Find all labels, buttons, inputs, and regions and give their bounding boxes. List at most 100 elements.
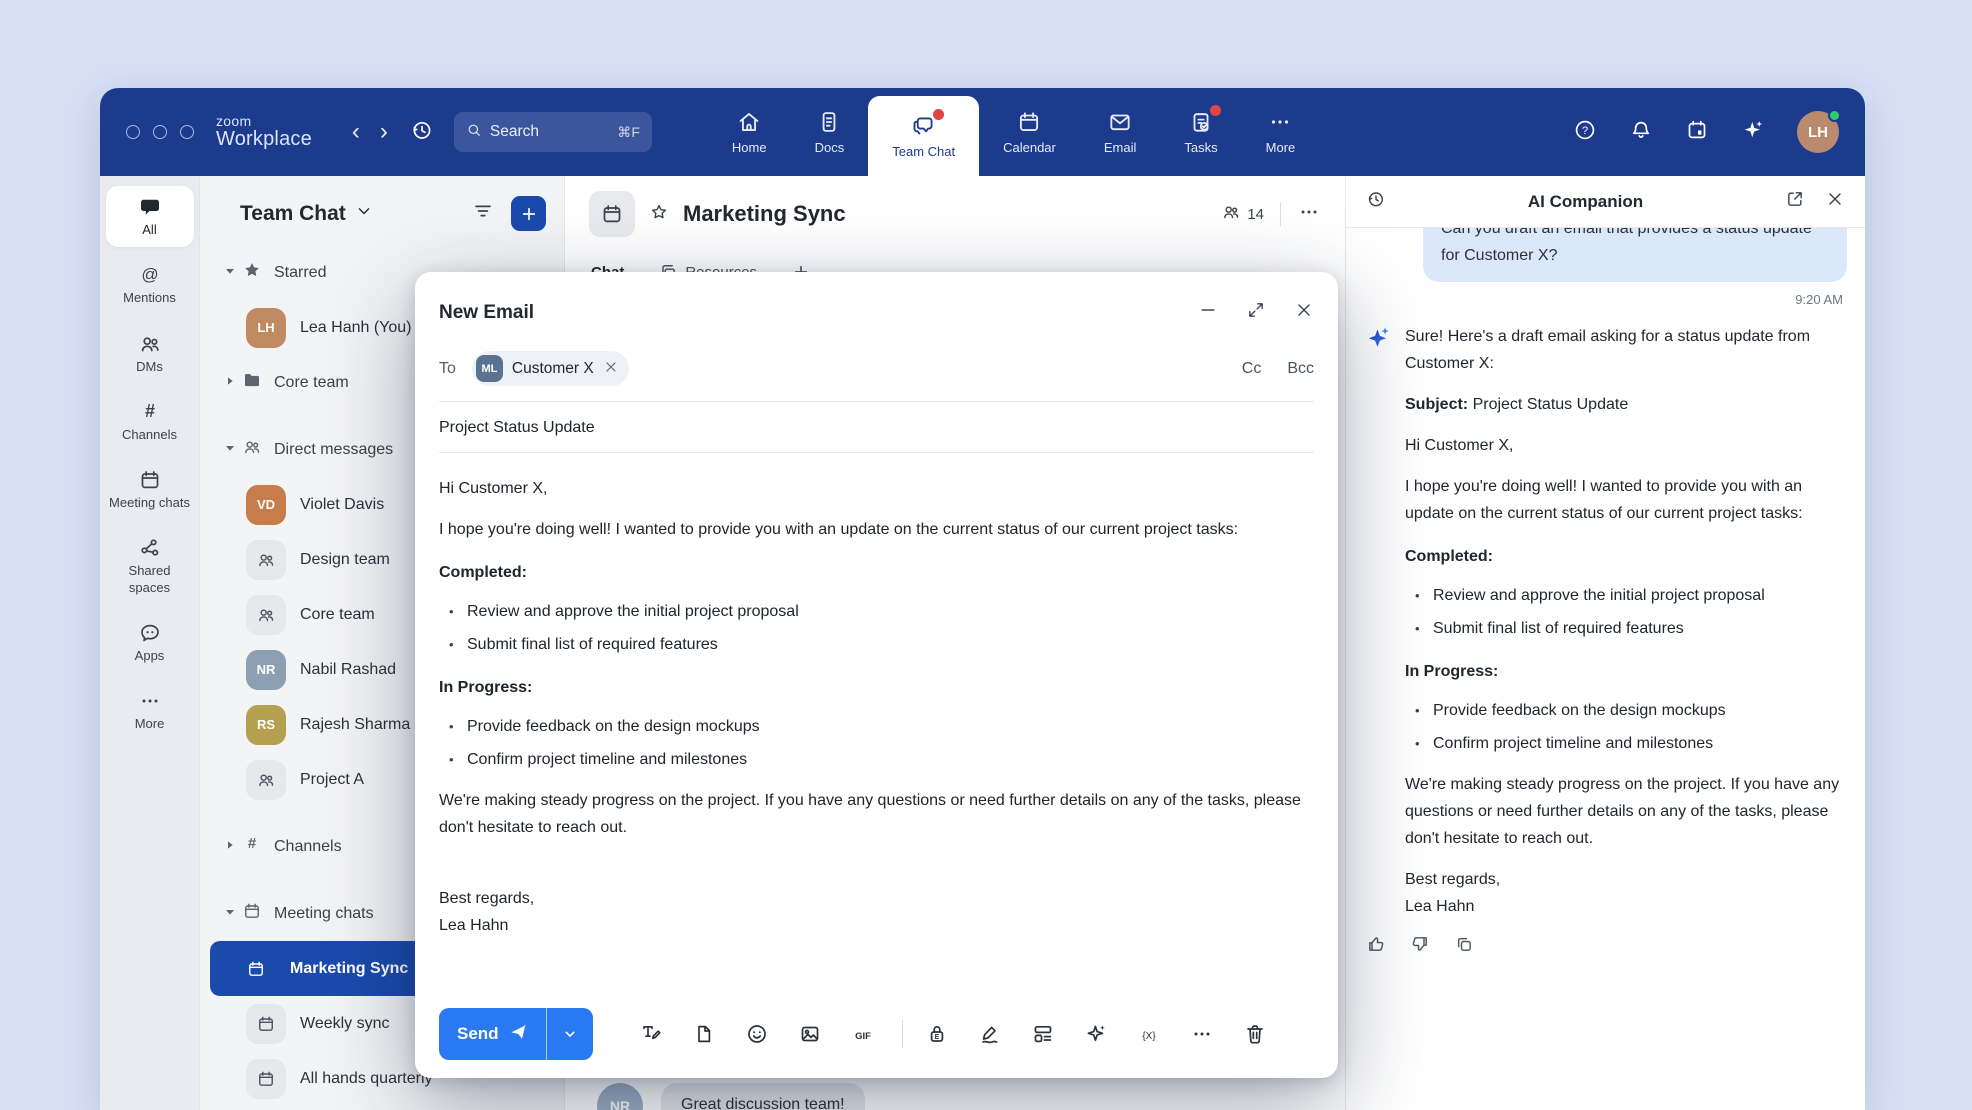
filter-button[interactable] [471, 199, 495, 228]
trash-button[interactable] [1237, 1016, 1274, 1053]
section-label: Channels [274, 838, 342, 856]
chat-more-button[interactable] [1297, 200, 1321, 229]
nav-tab-tasks[interactable]: Tasks [1160, 88, 1241, 176]
attach-file-button[interactable] [686, 1016, 723, 1053]
forward-button[interactable]: › [370, 118, 398, 146]
ai-panel-header: AI Companion [1346, 176, 1865, 228]
ai-sparkle-button[interactable] [1078, 1016, 1115, 1053]
calendar-icon [138, 468, 162, 492]
folder-icon [242, 370, 262, 390]
gif-button[interactable]: GIF [845, 1016, 882, 1053]
paragraph: Sure! Here's a draft email asking for a … [1405, 323, 1847, 377]
close-icon [1294, 300, 1314, 320]
encrypt-button[interactable]: E [919, 1016, 956, 1053]
thumb-up-button[interactable] [1366, 934, 1386, 959]
nav-tab-docs[interactable]: Docs [791, 88, 869, 176]
minimize-button[interactable] [1198, 300, 1218, 325]
star-filled-icon [242, 260, 262, 285]
favorite-star-button[interactable] [649, 202, 669, 227]
sidebar-item-all[interactable]: All [106, 186, 194, 247]
send-button[interactable]: Send [439, 1008, 547, 1060]
variable-icon: {X} [1137, 1022, 1161, 1046]
image-button[interactable] [792, 1016, 829, 1053]
email-body-editor[interactable]: Hi Customer X,I hope you're doing well! … [439, 475, 1314, 939]
bullet-dot: • [1415, 730, 1421, 757]
nav-tab-label: Calendar [1003, 140, 1056, 155]
history-button[interactable] [410, 118, 434, 147]
bullet-list: •Provide feedback on the design mockups•… [439, 713, 1314, 773]
remove-recipient-button[interactable] [603, 359, 619, 379]
chat-item-lea-rajesh-1-1[interactable]: Lea/Rajesh 1:1 [200, 1106, 564, 1110]
ai-companion-button[interactable] [1741, 118, 1765, 147]
nav-tab-team-chat[interactable]: Team Chat [868, 96, 979, 176]
back-button[interactable]: ‹ [342, 118, 370, 146]
group-avatar [246, 760, 286, 800]
window-minimize-button[interactable] [153, 125, 167, 139]
sidebar-item-mentions[interactable]: @Mentions [106, 254, 194, 315]
template-button[interactable] [1025, 1016, 1062, 1053]
window-zoom-button[interactable] [180, 125, 194, 139]
section-label: Starred [274, 264, 326, 282]
panel-title: Team Chat [240, 202, 346, 226]
format-icon [639, 1022, 663, 1046]
new-email-modal: New Email To ML Customer X Cc Bcc Projec… [415, 272, 1338, 1078]
cc-button[interactable]: Cc [1242, 360, 1262, 378]
ai-popout-button[interactable] [1785, 189, 1805, 214]
new-chat-button[interactable] [511, 196, 546, 231]
expand-icon [1246, 300, 1266, 320]
nav-tab-more[interactable]: More [1242, 88, 1320, 176]
subject-field[interactable]: Project Status Update [439, 419, 1314, 437]
calendar-icon [242, 901, 262, 926]
nav-tab-home[interactable]: Home [708, 88, 791, 176]
collapse-arrow-icon[interactable] [222, 904, 236, 923]
sidebar-item-more[interactable]: More [106, 680, 194, 741]
recipient-chip[interactable]: ML Customer X [472, 351, 629, 386]
section-label: Direct messages [274, 441, 393, 459]
nav-tab-calendar[interactable]: Calendar [979, 88, 1080, 176]
panel-title-dropdown[interactable]: Team Chat [240, 201, 374, 227]
search-input[interactable]: Search ⌘F [454, 112, 652, 152]
bullet-dot: • [449, 746, 455, 773]
collapse-arrow-icon[interactable] [222, 440, 236, 459]
user-avatar[interactable]: LH [1797, 111, 1839, 153]
sidebar-item-meeting-chats[interactable]: Meeting chats [106, 459, 194, 520]
sidebar-item-apps[interactable]: Apps [106, 612, 194, 673]
ai-history-button[interactable] [1366, 189, 1386, 214]
copy-button[interactable] [1454, 934, 1474, 959]
svg-text:E: E [935, 1034, 940, 1041]
notifications-button[interactable] [1629, 118, 1653, 147]
format-button[interactable] [633, 1016, 670, 1053]
ai-close-button[interactable] [1825, 189, 1845, 214]
email-icon [1107, 109, 1133, 135]
more-button[interactable] [1184, 1016, 1221, 1053]
signature-button[interactable] [972, 1016, 1009, 1053]
nav-tab-email[interactable]: Email [1080, 88, 1161, 176]
thumb-down-button[interactable] [1410, 934, 1430, 959]
collapse-arrow-icon[interactable] [222, 263, 236, 282]
emoji-button[interactable] [739, 1016, 776, 1053]
bcc-button[interactable]: Bcc [1287, 360, 1314, 378]
send-options-button[interactable] [547, 1008, 593, 1060]
close-icon [603, 359, 619, 375]
expand-arrow-icon[interactable] [222, 837, 236, 856]
sparkle-icon [1741, 118, 1765, 142]
app-logo: zoom Workplace [216, 114, 312, 150]
expand-arrow-icon[interactable] [222, 373, 236, 392]
search-placeholder: Search [490, 123, 539, 141]
people-icon [138, 332, 162, 356]
people-icon [242, 437, 262, 462]
member-count-button[interactable]: 14 [1221, 202, 1264, 226]
calendar-shortcut-button[interactable] [1685, 118, 1709, 147]
paragraph: Hi Customer X, [1405, 432, 1847, 459]
copy-icon [1454, 934, 1474, 954]
sidebar-item-dms[interactable]: DMs [106, 323, 194, 384]
hash-icon: # [242, 834, 262, 854]
sidebar-item-shared-spaces[interactable]: Shared spaces [106, 527, 194, 605]
recipients-row: To ML Customer X Cc Bcc [439, 351, 1314, 386]
expand-button[interactable] [1246, 300, 1266, 325]
sidebar-item-channels[interactable]: #Channels [106, 391, 194, 452]
close-button[interactable] [1294, 300, 1314, 325]
help-button[interactable]: ? [1573, 118, 1597, 147]
variable-button[interactable]: {X} [1131, 1016, 1168, 1053]
window-close-button[interactable] [126, 125, 140, 139]
